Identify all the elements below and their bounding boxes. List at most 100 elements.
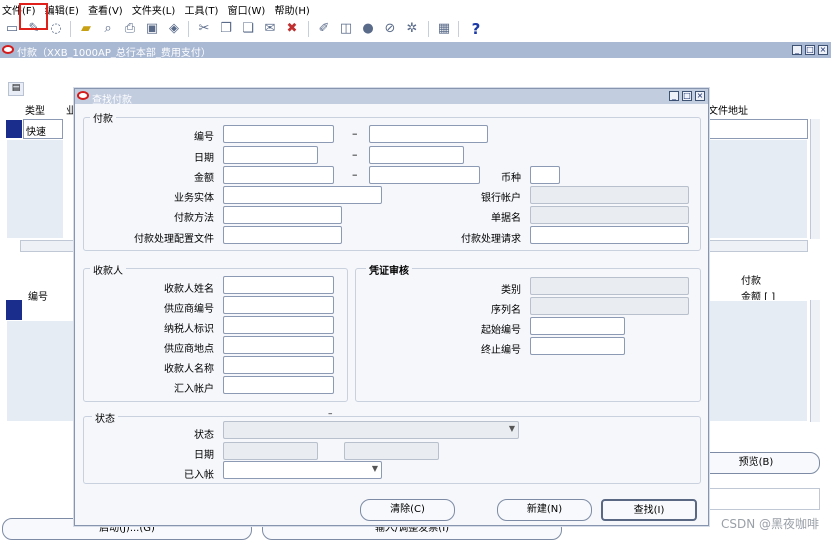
- tools-icon[interactable]: ✲: [404, 21, 420, 37]
- menu-edit[interactable]: 编辑(E): [43, 0, 83, 17]
- toolbar-divider: [70, 21, 71, 37]
- clear-field-icon[interactable]: ✉: [262, 21, 278, 37]
- menu-tools[interactable]: 工具(T): [182, 0, 222, 17]
- new-button[interactable]: 新建(N): [497, 499, 592, 521]
- folder-icon[interactable]: ▰: [78, 21, 94, 37]
- col-header-type: 类型: [25, 106, 45, 117]
- toolbar-divider: [188, 21, 189, 37]
- payee-name-label: 收款人姓名: [164, 284, 214, 295]
- date-label: 日期: [194, 153, 214, 164]
- supplier-number-label: 供应商编号: [164, 304, 214, 315]
- process-request-field[interactable]: [530, 226, 689, 244]
- amount-from-field[interactable]: [223, 166, 334, 184]
- menu-folder[interactable]: 文件夹(L): [130, 0, 179, 17]
- menu-help[interactable]: 帮助(H): [272, 0, 313, 17]
- dialog-close-button[interactable]: ×: [695, 91, 705, 101]
- dialog-maximize-button[interactable]: □: [682, 91, 692, 101]
- minimize-button[interactable]: _: [792, 45, 802, 55]
- date-from-field[interactable]: [223, 146, 318, 164]
- print-icon[interactable]: ⎙: [122, 21, 138, 37]
- supplier-site-field[interactable]: [223, 336, 334, 354]
- menu-view[interactable]: 查看(V): [86, 0, 127, 17]
- status-label: 状态: [194, 430, 214, 441]
- folder-tools-icon[interactable]: ▤: [8, 82, 24, 96]
- delete-icon[interactable]: ✖: [284, 21, 300, 37]
- status-date-to-field: [344, 442, 439, 460]
- dialog-minimize-button[interactable]: _: [669, 91, 679, 101]
- close-button[interactable]: ×: [818, 45, 828, 55]
- range-dash: –: [328, 409, 333, 419]
- posted-label: 已入帐: [184, 470, 214, 481]
- find-button[interactable]: 查找(I): [601, 499, 697, 521]
- process-request-label: 付款处理请求: [461, 234, 521, 245]
- taxpayer-id-field[interactable]: [223, 316, 334, 334]
- attachment-cell[interactable]: [708, 119, 808, 139]
- profile-field[interactable]: [223, 226, 342, 244]
- start-number-field[interactable]: [530, 317, 625, 335]
- status-date-from-field: [223, 442, 318, 460]
- status-dropdown[interactable]: ▼: [223, 421, 519, 439]
- remit-account-field[interactable]: [223, 376, 334, 394]
- paperclip-icon[interactable]: ⊘: [382, 21, 398, 37]
- window-title: 付款（XXB_1000AP_总行本部_费用支付）: [17, 48, 211, 59]
- posted-dropdown[interactable]: ▼: [223, 461, 382, 479]
- number-label: 编号: [194, 132, 214, 143]
- save-icon[interactable]: ▣: [144, 21, 160, 37]
- payee-name-field[interactable]: [223, 276, 334, 294]
- copy-icon[interactable]: ❐: [218, 21, 234, 37]
- taxpayer-id-label: 纳税人标识: [164, 324, 214, 335]
- grid-rows[interactable]: [6, 139, 64, 239]
- toolbar: ▭ ✎ ◌ ▰ ⌕ ⎙ ▣ ◈ ✂ ❐ ❏ ✉ ✖ ✐ ◫ ● ⊘ ✲ ▦ ?: [0, 16, 831, 42]
- profile-label: 付款处理配置文件: [134, 234, 214, 245]
- col-header-number: 编号: [28, 292, 48, 303]
- find-icon[interactable]: ⌕: [100, 21, 116, 37]
- type-value: 快速: [26, 127, 46, 138]
- clear-button[interactable]: 清除(C): [360, 499, 455, 521]
- business-entity-field[interactable]: [223, 186, 382, 204]
- payment-group-label: 付款: [90, 110, 116, 125]
- window-icon[interactable]: ▦: [436, 21, 452, 37]
- grid-rows-right[interactable]: [708, 139, 808, 239]
- number-to-field[interactable]: [369, 125, 488, 143]
- currency-label: 币种: [501, 173, 521, 184]
- currency-field[interactable]: [530, 166, 560, 184]
- help-icon[interactable]: ?: [468, 21, 484, 37]
- zoom-icon[interactable]: ◫: [338, 21, 354, 37]
- vertical-scrollbar-bottom[interactable]: [810, 300, 820, 422]
- vertical-scrollbar[interactable]: [810, 119, 820, 239]
- category-field: [530, 277, 689, 295]
- new-record-icon[interactable]: ▭: [4, 21, 20, 37]
- range-dash: –: [352, 168, 358, 181]
- supplier-number-field[interactable]: [223, 296, 334, 314]
- sequence-name-field: [530, 297, 689, 315]
- end-number-field[interactable]: [530, 337, 625, 355]
- edit-field-icon[interactable]: ✐: [316, 21, 332, 37]
- attachments-icon[interactable]: ●: [360, 21, 376, 37]
- type-cell[interactable]: 快速: [23, 119, 63, 139]
- toolbar-divider: [308, 21, 309, 37]
- toolbar-divider: [458, 21, 459, 37]
- menu-window[interactable]: 窗口(W): [226, 0, 270, 17]
- cut-icon[interactable]: ✂: [196, 21, 212, 37]
- current-row-indicator[interactable]: [6, 300, 22, 320]
- process-field[interactable]: [700, 488, 820, 510]
- paste-icon[interactable]: ❏: [240, 21, 256, 37]
- translate-icon[interactable]: ◈: [166, 21, 182, 37]
- preview-button[interactable]: 预览(B): [692, 452, 820, 474]
- bank-account-field: [530, 186, 689, 204]
- number-from-field[interactable]: [223, 125, 334, 143]
- supplier-site-label: 供应商地点: [164, 344, 214, 355]
- col-header-attachment: 文件地址: [708, 106, 748, 117]
- payee-name2-field[interactable]: [223, 356, 334, 374]
- date-to-field[interactable]: [369, 146, 464, 164]
- current-row-indicator[interactable]: [6, 120, 22, 138]
- grid-rows-bottom[interactable]: [6, 320, 76, 422]
- payment-method-field[interactable]: [223, 206, 342, 224]
- grid-rows-bottom-right[interactable]: [708, 300, 808, 422]
- maximize-button[interactable]: □: [805, 45, 815, 55]
- voucher-group-label: 凭证审核: [366, 262, 412, 277]
- toolbar-divider: [428, 21, 429, 37]
- refresh-icon[interactable]: ◌: [48, 21, 64, 37]
- dialog-title-bar: 查找付款 _ □ ×: [75, 89, 708, 106]
- amount-to-field[interactable]: [369, 166, 480, 184]
